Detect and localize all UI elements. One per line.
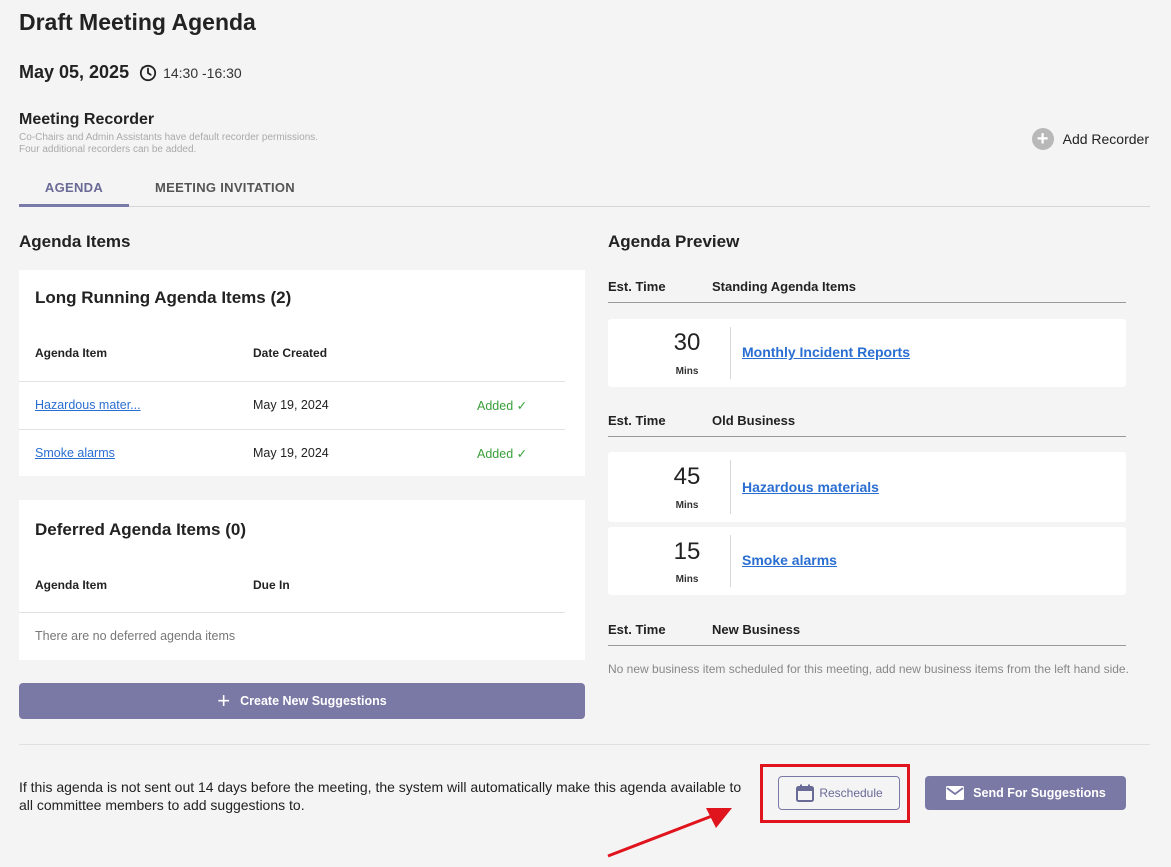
tab-agenda[interactable]: AGENDA bbox=[19, 180, 129, 195]
monthly-incident-reports-link[interactable]: Monthly Incident Reports bbox=[742, 344, 910, 360]
hazardous-materials-preview-link[interactable]: Hazardous materials bbox=[742, 479, 879, 495]
old-business-header: Est. Time Old Business bbox=[608, 413, 1126, 437]
row-divider bbox=[19, 612, 565, 613]
standing-items-label: Standing Agenda Items bbox=[712, 279, 856, 294]
hazardous-materials-link[interactable]: Hazardous mater... bbox=[35, 398, 141, 412]
row-divider bbox=[19, 381, 565, 382]
agenda-items-title: Agenda Items bbox=[19, 232, 131, 251]
recorder-description: Co-Chairs and Admin Assistants have defa… bbox=[19, 132, 319, 155]
meeting-time: 14:30 -16:30 bbox=[163, 64, 242, 81]
long-running-title: Long Running Agenda Items (2) bbox=[35, 288, 292, 307]
separator bbox=[730, 460, 731, 514]
smoke-alarms-preview-link[interactable]: Smoke alarms bbox=[742, 552, 837, 568]
preview-item-card: 15 Mins Smoke alarms bbox=[608, 527, 1126, 595]
agenda-preview-title: Agenda Preview bbox=[608, 232, 740, 251]
separator bbox=[730, 535, 731, 587]
add-recorder-label: Add Recorder bbox=[1062, 131, 1149, 147]
standing-items-header: Est. Time Standing Agenda Items bbox=[608, 279, 1126, 303]
deferred-title: Deferred Agenda Items (0) bbox=[35, 520, 246, 539]
tab-meeting-invitation[interactable]: MEETING INVITATION bbox=[155, 180, 295, 195]
smoke-alarms-link[interactable]: Smoke alarms bbox=[35, 446, 115, 460]
red-arrow-annotation bbox=[607, 808, 732, 858]
est-time-label: Est. Time bbox=[608, 622, 666, 637]
col-agenda-item: Agenda Item bbox=[35, 346, 108, 360]
col-agenda-item: Agenda Item bbox=[35, 578, 108, 592]
preview-item-card: 30 Mins Monthly Incident Reports bbox=[608, 319, 1126, 387]
deferred-card: Deferred Agenda Items (0) Agenda Item Du… bbox=[19, 500, 585, 660]
est-time-label: Est. Time bbox=[608, 413, 666, 428]
envelope-icon bbox=[946, 786, 965, 800]
col-due-in: Due In bbox=[253, 578, 290, 592]
added-status: Added ✓ bbox=[477, 447, 528, 461]
est-minutes: 45 bbox=[673, 463, 701, 490]
deferred-empty-message: There are no deferred agenda items bbox=[35, 629, 236, 643]
meeting-date: May 05, 2025 bbox=[19, 62, 130, 82]
old-business-label: Old Business bbox=[712, 413, 796, 428]
footer-divider bbox=[19, 744, 1150, 745]
preview-item-card: 45 Mins Hazardous materials bbox=[608, 452, 1126, 522]
clock-icon bbox=[139, 64, 157, 81]
new-business-header: Est. Time New Business bbox=[608, 622, 1126, 646]
meeting-meta: May 05, 2025 14:30 -16:30 bbox=[19, 62, 242, 83]
added-status: Added ✓ bbox=[477, 399, 528, 413]
plus-icon: + bbox=[217, 688, 231, 713]
calendar-icon bbox=[796, 784, 815, 802]
long-running-card: Long Running Agenda Items (2) Agenda Ite… bbox=[19, 270, 585, 476]
separator bbox=[730, 327, 731, 379]
tab-active-indicator bbox=[19, 204, 129, 207]
plus-circle-icon: + bbox=[1031, 128, 1054, 150]
add-recorder-button[interactable]: + Add Recorder bbox=[1031, 128, 1149, 150]
date-created-cell: May 19, 2024 bbox=[253, 446, 329, 460]
tab-bar: AGENDA MEETING INVITATION bbox=[19, 174, 1150, 207]
new-business-label: New Business bbox=[712, 622, 801, 637]
no-new-business-message: No new business item scheduled for this … bbox=[608, 662, 1129, 676]
send-for-suggestions-label: Send For Suggestions bbox=[973, 786, 1106, 800]
row-divider bbox=[19, 429, 565, 430]
reschedule-label: Reschedule bbox=[819, 786, 883, 800]
est-minutes: 15 bbox=[673, 538, 701, 565]
col-date-created: Date Created bbox=[253, 346, 328, 360]
est-minutes: 30 bbox=[673, 329, 701, 356]
recorder-title: Meeting Recorder bbox=[19, 111, 155, 128]
date-created-cell: May 19, 2024 bbox=[253, 398, 329, 412]
send-for-suggestions-button[interactable]: Send For Suggestions bbox=[925, 776, 1126, 810]
minutes-unit: Mins bbox=[675, 500, 699, 511]
est-time-label: Est. Time bbox=[608, 279, 666, 294]
page-title: Draft Meeting Agenda bbox=[19, 9, 256, 35]
create-new-suggestions-button[interactable]: + Create New Suggestions bbox=[19, 683, 585, 719]
create-new-suggestions-label: Create New Suggestions bbox=[240, 694, 387, 708]
reschedule-button[interactable]: Reschedule bbox=[778, 776, 900, 810]
minutes-unit: Mins bbox=[675, 574, 699, 585]
minutes-unit: Mins bbox=[675, 366, 699, 377]
